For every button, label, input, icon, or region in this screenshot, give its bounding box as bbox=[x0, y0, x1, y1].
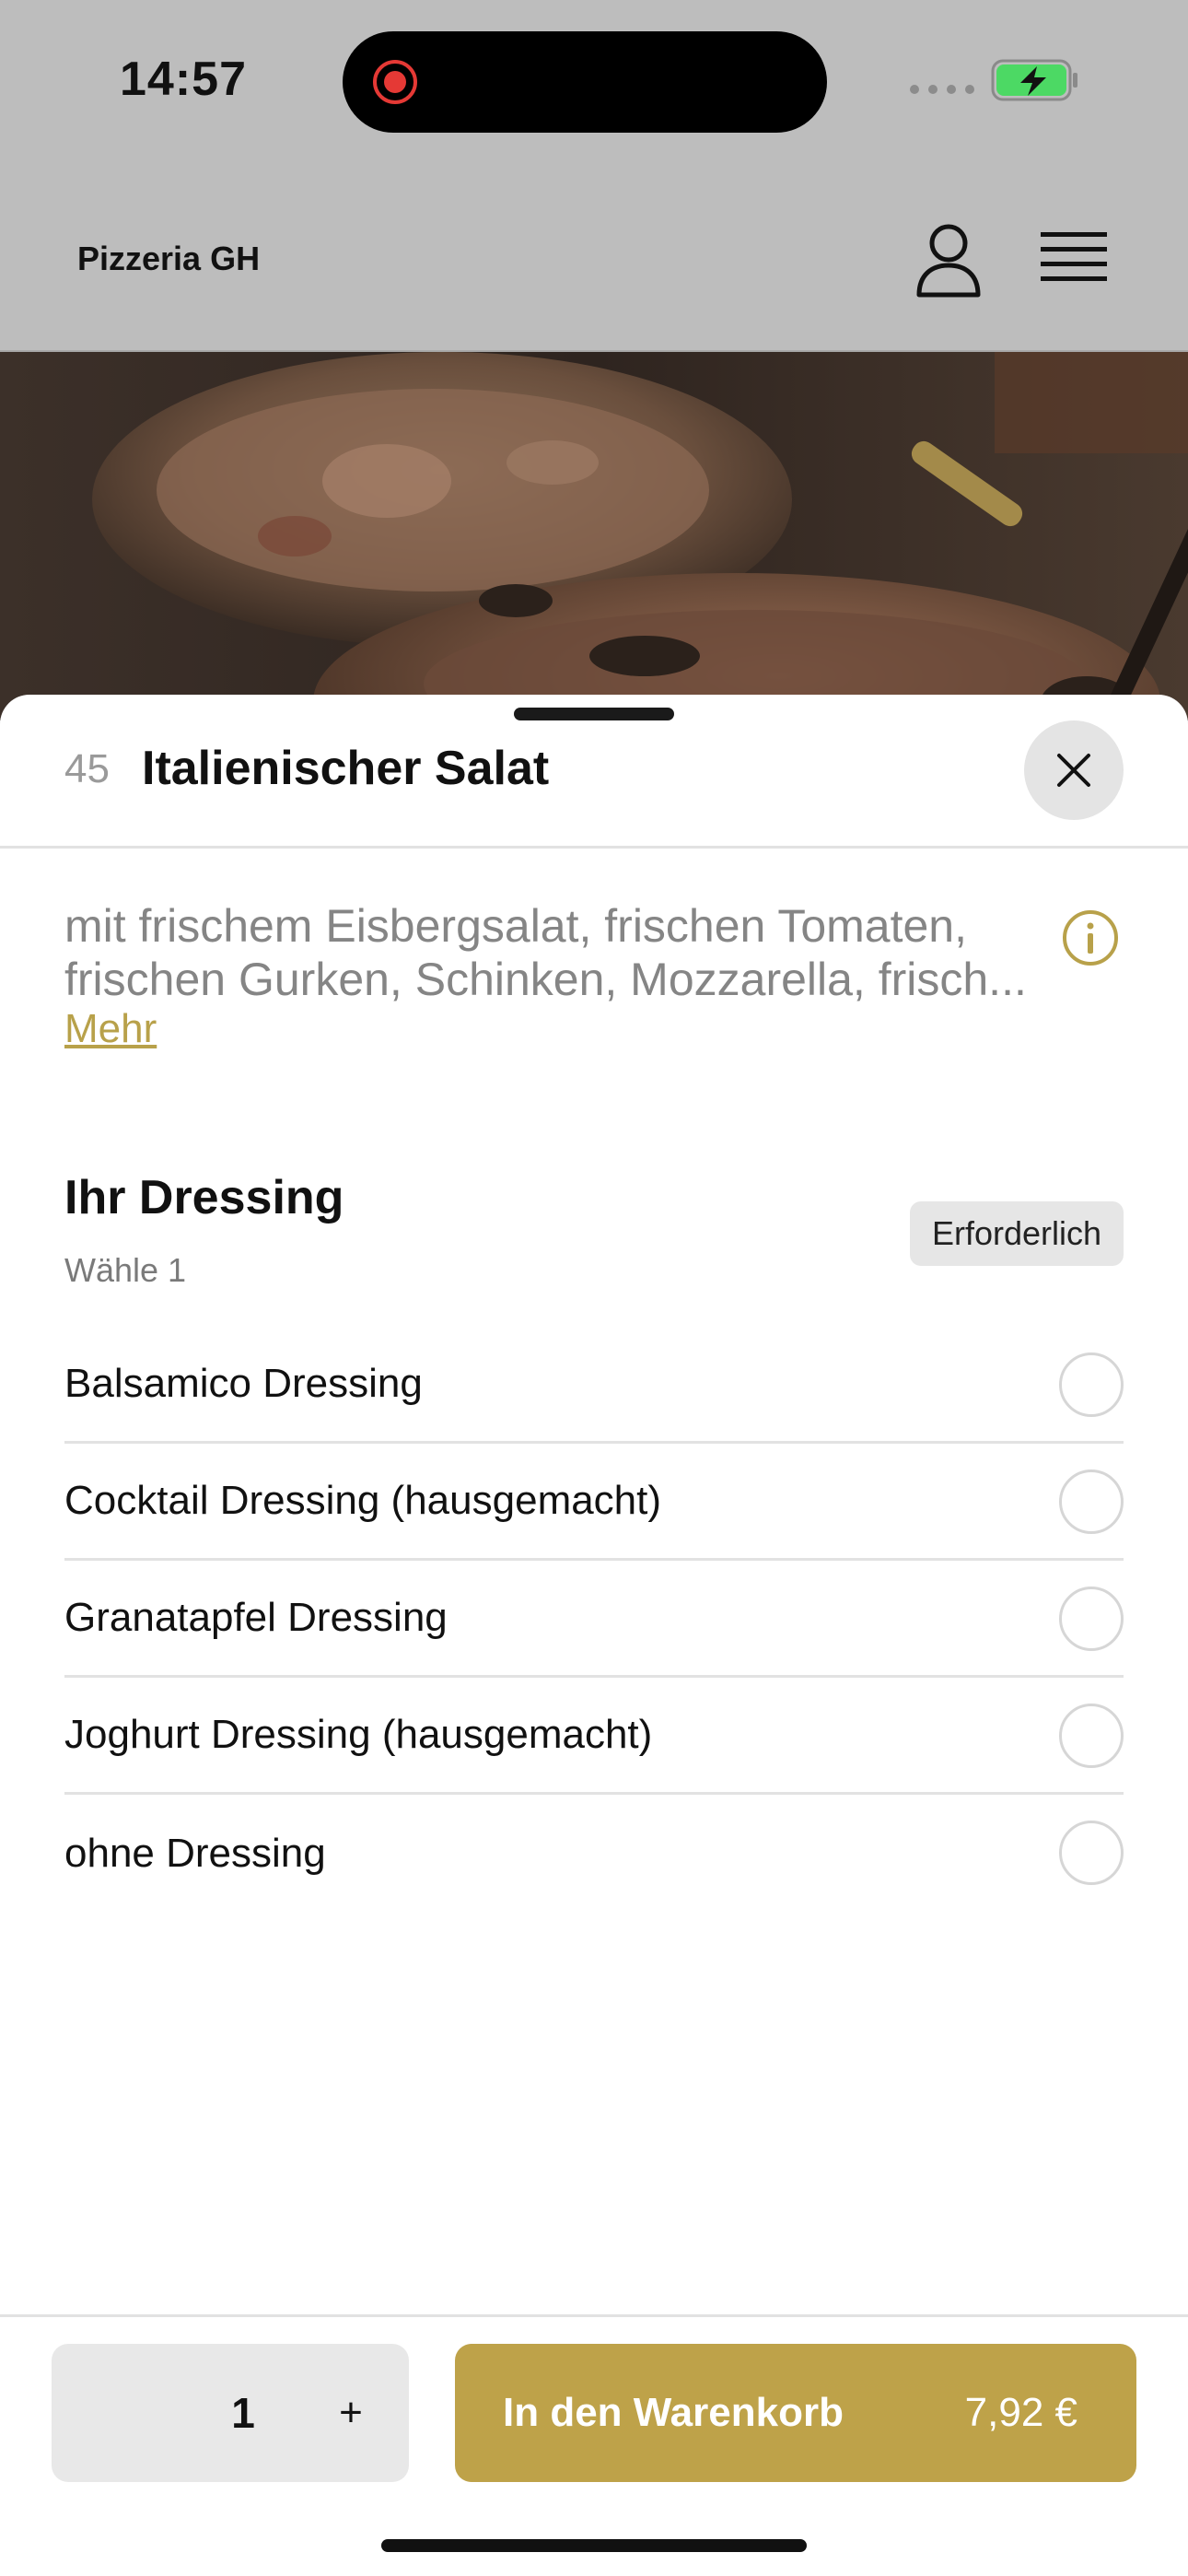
radio-button[interactable] bbox=[1059, 1821, 1124, 1885]
add-to-cart-label: In den Warenkorb bbox=[503, 2390, 844, 2435]
dressing-option-label: Joghurt Dressing (hausgemacht) bbox=[64, 1712, 653, 1757]
screen-record-icon bbox=[373, 60, 417, 104]
dressing-option[interactable]: Granatapfel Dressing bbox=[64, 1561, 1124, 1678]
radio-button[interactable] bbox=[1059, 1469, 1124, 1534]
home-indicator[interactable] bbox=[381, 2539, 807, 2552]
increment-button[interactable]: + bbox=[319, 2381, 383, 2445]
brand-name[interactable]: Pizzeria GH bbox=[77, 240, 260, 278]
hamburger-menu-icon[interactable] bbox=[1035, 223, 1112, 297]
info-icon[interactable] bbox=[1061, 908, 1120, 967]
dressing-option[interactable]: Cocktail Dressing (hausgemacht) bbox=[64, 1444, 1124, 1561]
dressing-option[interactable]: Joghurt Dressing (hausgemacht) bbox=[64, 1678, 1124, 1795]
close-button[interactable] bbox=[1024, 720, 1124, 820]
dressing-option[interactable]: Balsamico Dressing bbox=[64, 1327, 1124, 1444]
dressing-option[interactable]: ohne Dressing bbox=[64, 1795, 1124, 1912]
dressing-section-title: Ihr Dressing bbox=[64, 1171, 344, 1224]
dressing-option-label: ohne Dressing bbox=[64, 1830, 326, 1876]
radio-button[interactable] bbox=[1059, 1587, 1124, 1651]
more-link[interactable]: Mehr bbox=[64, 1006, 157, 1052]
hero-pizza-image bbox=[0, 352, 1188, 720]
item-detail-sheet: 45 Italienischer Salat mit frischem Eisb… bbox=[0, 695, 1188, 2576]
radio-button[interactable] bbox=[1059, 1352, 1124, 1417]
divider bbox=[0, 846, 1188, 849]
item-description: mit frischem Eisbergsalat, frischen Toma… bbox=[64, 900, 1027, 1005]
item-number: 45 bbox=[64, 746, 110, 791]
dressing-options-list: Balsamico Dressing Cocktail Dressing (ha… bbox=[64, 1327, 1124, 1912]
footer-divider bbox=[0, 2314, 1188, 2317]
app-header: Pizzeria GH bbox=[0, 166, 1188, 352]
dynamic-island bbox=[343, 31, 827, 133]
user-icon[interactable] bbox=[912, 221, 985, 299]
sheet-grabber[interactable] bbox=[514, 708, 674, 720]
dressing-option-label: Granatapfel Dressing bbox=[64, 1595, 448, 1640]
dressing-section-subtitle: Wähle 1 bbox=[64, 1251, 187, 1289]
status-time: 14:57 bbox=[120, 53, 247, 106]
add-to-cart-button[interactable]: In den Warenkorb 7,92 € bbox=[455, 2344, 1136, 2482]
radio-button[interactable] bbox=[1059, 1704, 1124, 1768]
quantity-value: 1 bbox=[231, 2389, 255, 2437]
required-badge: Erforderlich bbox=[910, 1201, 1124, 1266]
cellular-signal-icon bbox=[910, 85, 974, 94]
item-title: Italienischer Salat bbox=[142, 742, 550, 795]
battery-charging-icon bbox=[991, 59, 1077, 101]
status-bar: 14:57 bbox=[0, 0, 1188, 166]
dressing-option-label: Cocktail Dressing (hausgemacht) bbox=[64, 1478, 662, 1523]
item-price: 7,92 € bbox=[964, 2390, 1077, 2435]
dressing-option-label: Balsamico Dressing bbox=[64, 1361, 423, 1406]
quantity-stepper: 1 + bbox=[52, 2344, 409, 2482]
close-icon bbox=[1057, 754, 1090, 787]
